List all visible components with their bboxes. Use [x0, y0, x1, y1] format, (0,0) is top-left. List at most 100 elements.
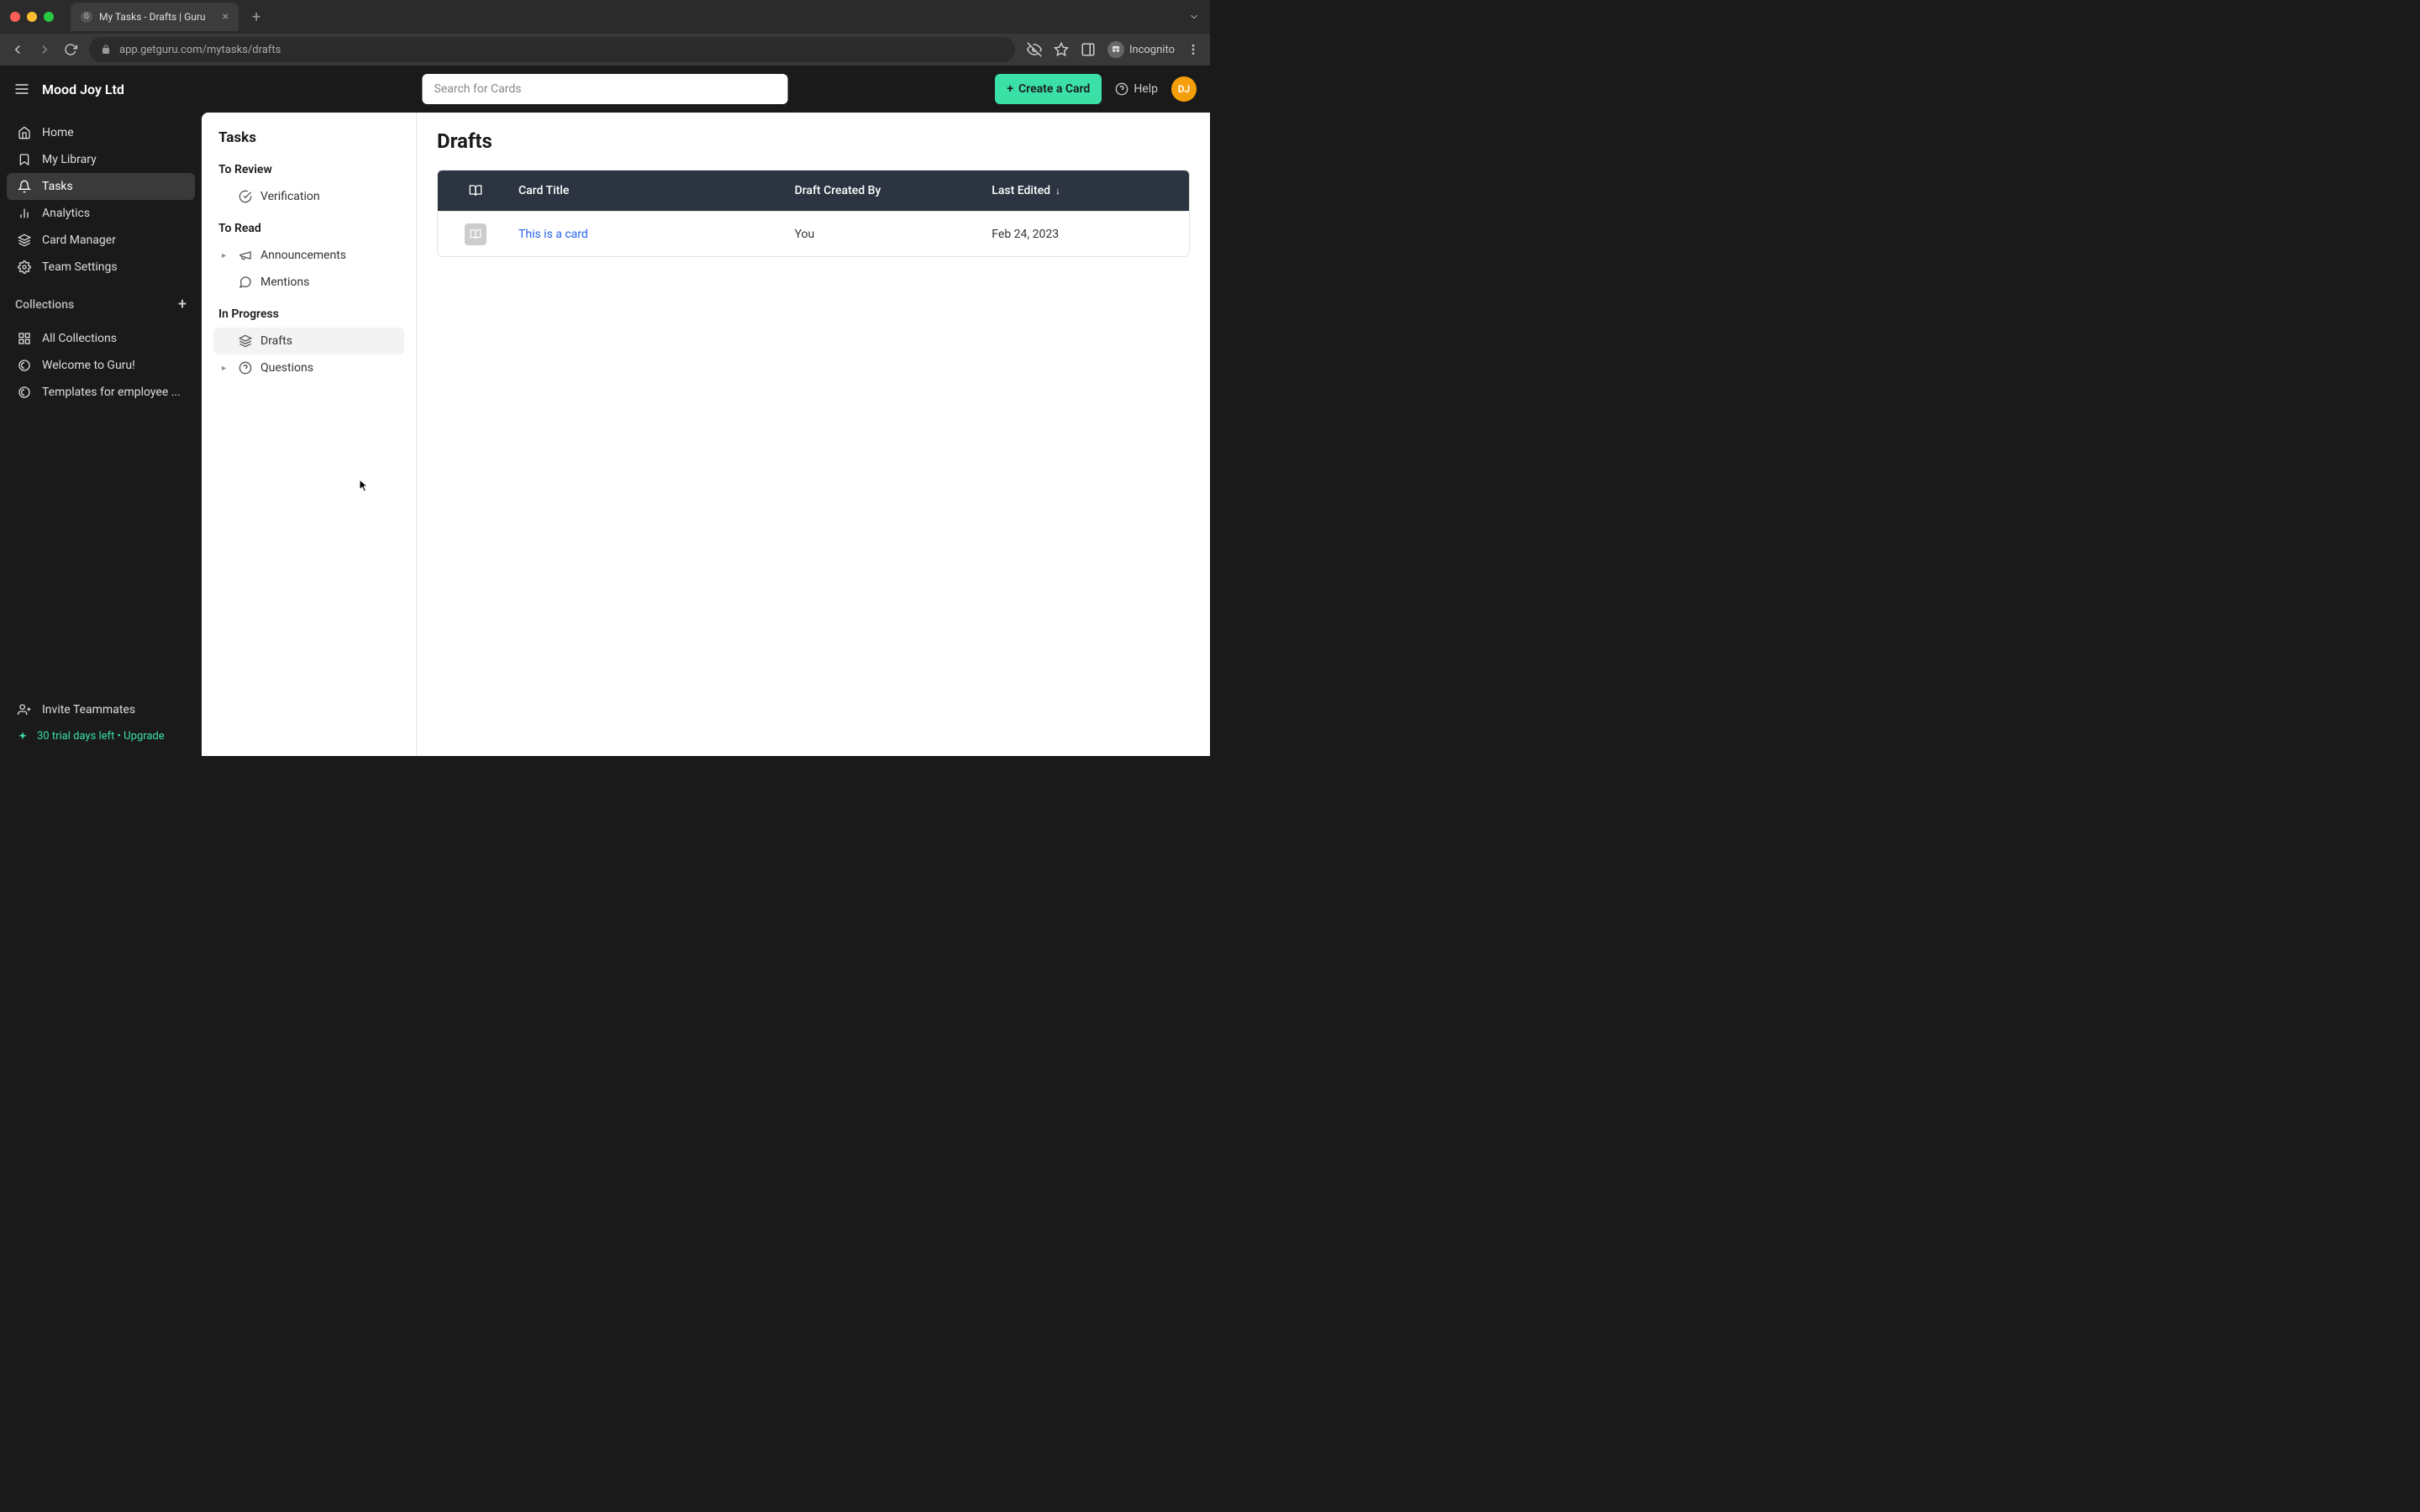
tab-title: My Tasks - Drafts | Guru: [99, 11, 206, 23]
address-bar[interactable]: app.getguru.com/mytasks/drafts: [89, 37, 1015, 62]
chart-icon: [17, 207, 32, 220]
nav-team-settings[interactable]: Team Settings: [7, 254, 195, 281]
forward-button[interactable]: [37, 42, 52, 57]
invite-teammates[interactable]: Invite Teammates: [7, 696, 195, 723]
task-questions[interactable]: ▸ Questions: [213, 354, 404, 381]
sparkle-icon: [17, 731, 29, 743]
tab-close-button[interactable]: ×: [223, 10, 229, 24]
chevron-right-icon: ▸: [222, 364, 230, 373]
nav-label: Team Settings: [42, 260, 118, 274]
nav-analytics[interactable]: Analytics: [7, 200, 195, 227]
task-verification[interactable]: Verification: [213, 183, 404, 210]
nav-home[interactable]: Home: [7, 119, 195, 146]
toolbar-right: Incognito: [1027, 41, 1200, 58]
browser-toolbar: app.getguru.com/mytasks/drafts Incognito: [0, 34, 1210, 66]
url-text: app.getguru.com/mytasks/drafts: [119, 44, 281, 56]
collections-label: Collections: [15, 298, 74, 312]
eye-off-icon[interactable]: [1027, 42, 1042, 57]
sidebar: Home My Library Tasks Analytics Card Man…: [0, 66, 202, 756]
page-title: Drafts: [437, 129, 1190, 153]
main-area: Drafts Card Title Draft Created By Last …: [417, 113, 1210, 756]
nav-label: Tasks: [42, 180, 73, 193]
nav-label: Analytics: [42, 207, 90, 220]
browser-menu-button[interactable]: [1186, 43, 1200, 56]
nav-tasks[interactable]: Tasks: [7, 173, 195, 200]
invite-label: Invite Teammates: [42, 703, 135, 717]
titlebar: G My Tasks - Drafts | Guru × +: [0, 0, 1210, 34]
help-link[interactable]: Help: [1115, 82, 1158, 96]
tasks-panel: Tasks To Review Verification To Read ▸ A…: [202, 113, 417, 756]
task-group-in-progress: In Progress: [213, 307, 404, 321]
nav-label: Card Manager: [42, 234, 116, 247]
nav-label: My Library: [42, 153, 97, 166]
task-label: Questions: [260, 361, 313, 375]
bookmark-star-icon[interactable]: [1054, 42, 1069, 57]
task-mentions[interactable]: Mentions: [213, 269, 404, 296]
layers-icon: [17, 234, 32, 247]
avatar[interactable]: DJ: [1171, 76, 1197, 102]
avatar-initials: DJ: [1178, 83, 1191, 95]
nav-my-library[interactable]: My Library: [7, 146, 195, 173]
new-tab-button[interactable]: +: [252, 8, 260, 26]
sort-desc-icon: ↓: [1055, 185, 1060, 197]
window-close-button[interactable]: [10, 12, 20, 22]
browser-chrome: G My Tasks - Drafts | Guru × + app.getgu…: [0, 0, 1210, 66]
menu-toggle-button[interactable]: [13, 81, 30, 97]
task-announcements[interactable]: ▸ Announcements: [213, 242, 404, 269]
collection-welcome[interactable]: Welcome to Guru!: [7, 352, 195, 379]
app-topbar: Mood Joy Ltd + Create a Card Help DJ: [0, 66, 1210, 113]
home-icon: [17, 126, 32, 139]
tasks-title: Tasks: [213, 129, 404, 146]
browser-tab[interactable]: G My Tasks - Drafts | Guru ×: [71, 3, 239, 31]
question-icon: [239, 361, 252, 375]
bookmark-icon: [17, 153, 32, 166]
panel-icon[interactable]: [1081, 42, 1096, 57]
col-type-icon[interactable]: [438, 184, 513, 197]
incognito-label: Incognito: [1129, 44, 1175, 56]
collections-header: Collections +: [0, 287, 202, 318]
window-maximize-button[interactable]: [44, 12, 54, 22]
create-card-button[interactable]: + Create a Card: [995, 74, 1102, 104]
back-button[interactable]: [10, 42, 25, 57]
collection-label: Welcome to Guru!: [42, 359, 135, 372]
reload-button[interactable]: [64, 43, 77, 56]
task-drafts[interactable]: Drafts: [213, 328, 404, 354]
chevron-right-icon: ▸: [222, 251, 230, 260]
collection-label: All Collections: [42, 332, 117, 345]
collection-templates[interactable]: Templates for employee ...: [7, 379, 195, 406]
task-label: Verification: [260, 190, 320, 203]
col-last-edited[interactable]: Last Edited ↓: [992, 184, 1189, 197]
trial-label: 30 trial days left • Upgrade: [37, 730, 165, 743]
task-group-to-review: To Review: [213, 163, 404, 176]
col-card-title[interactable]: Card Title: [513, 184, 795, 197]
task-label: Drafts: [260, 334, 292, 348]
collection-all[interactable]: All Collections: [7, 325, 195, 352]
org-name: Mood Joy Ltd: [42, 81, 124, 97]
collection-label: Templates for employee ...: [42, 386, 181, 399]
trial-upgrade-link[interactable]: 30 trial days left • Upgrade: [7, 723, 195, 749]
help-label: Help: [1134, 82, 1158, 96]
last-edited-value: Feb 24, 2023: [992, 228, 1059, 241]
layers-icon: [239, 334, 252, 348]
table-header: Card Title Draft Created By Last Edited …: [438, 171, 1189, 211]
tab-favicon-icon: G: [81, 11, 92, 23]
task-group-to-read: To Read: [213, 222, 404, 235]
nav-card-manager[interactable]: Card Manager: [7, 227, 195, 254]
grid-icon: [17, 332, 32, 345]
search-input[interactable]: [423, 74, 788, 104]
help-icon: [1115, 82, 1128, 96]
create-card-label: Create a Card: [1018, 82, 1090, 96]
tabs-dropdown-button[interactable]: [1188, 11, 1200, 23]
incognito-badge[interactable]: Incognito: [1107, 41, 1175, 58]
col-created-by[interactable]: Draft Created By: [795, 184, 992, 197]
incognito-icon: [1107, 41, 1124, 58]
check-circle-icon: [239, 190, 252, 203]
add-collection-button[interactable]: +: [178, 296, 187, 313]
lock-icon: [101, 45, 111, 55]
guru-icon: [17, 359, 32, 372]
chat-icon: [239, 276, 252, 289]
table-row[interactable]: This is a card You Feb 24, 2023: [438, 211, 1189, 256]
card-title-link[interactable]: This is a card: [518, 228, 588, 241]
window-minimize-button[interactable]: [27, 12, 37, 22]
guru-icon: [17, 386, 32, 399]
